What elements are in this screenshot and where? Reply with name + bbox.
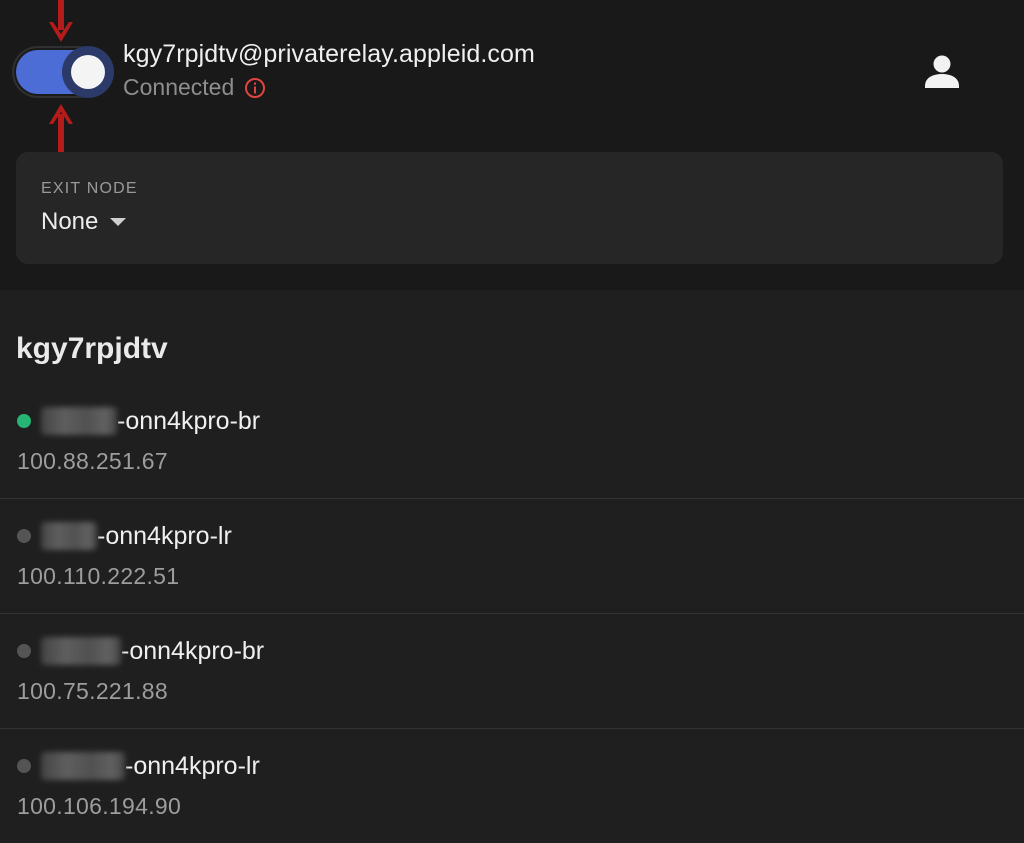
device-name: -onn4kpro-br	[17, 634, 264, 668]
device-ip: 100.75.221.88	[17, 678, 168, 704]
device-row[interactable]: -onn4kpro-br 100.88.251.67	[0, 384, 1024, 499]
redacted-name-block	[41, 752, 125, 780]
device-name-suffix: -onn4kpro-br	[121, 636, 265, 665]
account-email: kgy7rpjdtv@privaterelay.appleid.com	[123, 40, 535, 68]
offline-status-dot	[17, 529, 31, 543]
exit-node-dropdown[interactable]: None	[41, 208, 127, 236]
redacted-name-block	[41, 407, 117, 435]
device-name-suffix: -onn4kpro-lr	[97, 521, 232, 550]
redacted-name-block	[41, 522, 97, 550]
device-list: -onn4kpro-br 100.88.251.67 -onn4kpro-lr …	[0, 384, 1024, 843]
redacted-name-block	[41, 637, 121, 665]
device-name-suffix: -onn4kpro-lr	[125, 751, 260, 780]
device-name: -onn4kpro-lr	[17, 519, 232, 553]
connection-status: Connected	[123, 74, 266, 101]
device-name-suffix: -onn4kpro-br	[117, 406, 261, 435]
exit-node-card: EXIT NODE None	[16, 152, 1003, 264]
device-name: -onn4kpro-lr	[17, 749, 260, 783]
device-name: -onn4kpro-br	[17, 404, 260, 438]
device-row[interactable]: -onn4kpro-lr 100.110.222.51	[0, 499, 1024, 614]
offline-status-dot	[17, 759, 31, 773]
toggle-knob	[62, 46, 114, 98]
online-status-dot	[17, 414, 31, 428]
exit-node-label: EXIT NODE	[41, 180, 138, 197]
annotation-arrow-down-icon	[49, 0, 73, 42]
device-row[interactable]: -onn4kpro-lr 100.106.194.90	[0, 729, 1024, 843]
exit-node-value: None	[41, 208, 99, 235]
vpn-header: kgy7rpjdtv@privaterelay.appleid.com Conn…	[0, 0, 1024, 290]
connection-status-text: Connected	[123, 74, 235, 100]
device-ip: 100.106.194.90	[17, 793, 182, 819]
device-row[interactable]: -onn4kpro-br 100.75.221.88	[0, 614, 1024, 729]
tailnet-title: kgy7rpjdtv	[16, 332, 168, 365]
caret-down-icon	[110, 218, 127, 226]
person-icon[interactable]	[922, 52, 962, 92]
vpn-connection-toggle[interactable]	[16, 44, 114, 98]
offline-status-dot	[17, 644, 31, 658]
device-ip: 100.110.222.51	[17, 563, 180, 589]
toggle-knob-center	[71, 55, 105, 89]
device-ip: 100.88.251.67	[17, 448, 168, 474]
info-circle-icon[interactable]	[244, 77, 266, 99]
